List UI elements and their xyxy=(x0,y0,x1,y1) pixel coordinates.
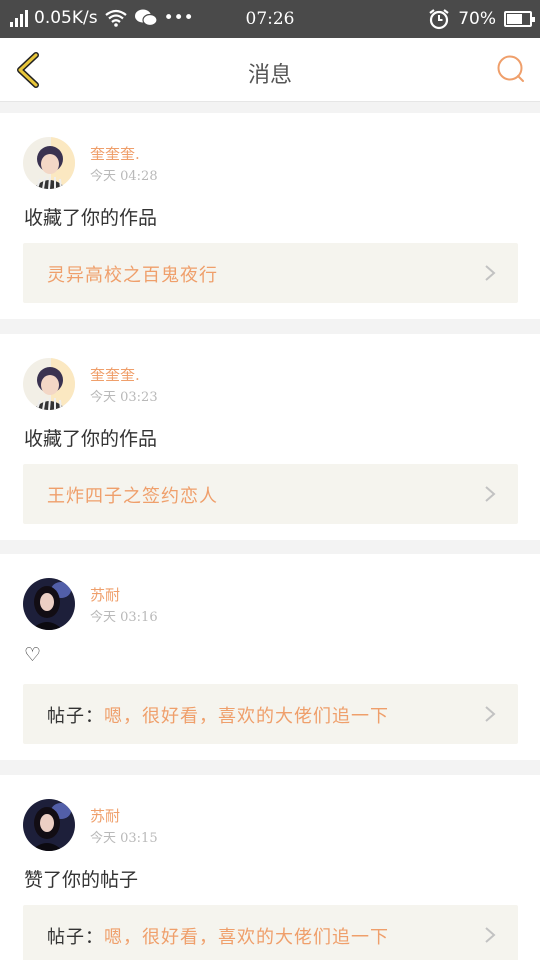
avatar[interactable] xyxy=(23,799,75,851)
message-card: 苏耐 今天 03:15 赞了你的帖子 帖子：嗯，很好看，喜欢的大佬们追一下 xyxy=(0,775,540,960)
message-time: 今天 03:15 xyxy=(90,831,158,846)
referenced-post[interactable]: 帖子：嗯，很好看，喜欢的大佬们追一下 xyxy=(23,684,518,744)
chevron-right-icon xyxy=(485,486,496,502)
status-right: 70% xyxy=(428,8,535,30)
referenced-post-label: 帖子：嗯，很好看，喜欢的大佬们追一下 xyxy=(47,927,389,948)
username[interactable]: 苏耐 xyxy=(90,584,120,605)
message-action: ♡ xyxy=(24,644,42,666)
battery-icon xyxy=(504,11,535,27)
nav-header: 消息 xyxy=(0,38,540,102)
referenced-work[interactable]: 王炸四子之签约恋人 xyxy=(23,464,518,524)
referenced-post-label: 帖子：嗯，很好看，喜欢的大佬们追一下 xyxy=(47,706,389,727)
message-time: 今天 04:28 xyxy=(90,169,158,184)
status-bar: 0.05K/s ••• 07:26 70% xyxy=(0,0,540,38)
chevron-right-icon xyxy=(485,265,496,281)
message-card: 奎奎奎. 今天 03:23 收藏了你的作品 王炸四子之签约恋人 xyxy=(0,334,540,540)
chevron-right-icon xyxy=(485,927,496,943)
message-action: 收藏了你的作品 xyxy=(24,428,158,450)
referenced-post[interactable]: 帖子：嗯，很好看，喜欢的大佬们追一下 xyxy=(23,905,518,960)
search-icon[interactable] xyxy=(496,54,526,84)
message-time: 今天 03:23 xyxy=(90,390,158,405)
chevron-right-icon xyxy=(485,706,496,722)
username[interactable]: 苏耐 xyxy=(90,805,120,826)
referenced-work-label: 灵异高校之百鬼夜行 xyxy=(47,265,218,286)
page-title: 消息 xyxy=(247,63,292,88)
avatar[interactable] xyxy=(23,358,75,410)
message-action: 收藏了你的作品 xyxy=(24,207,158,229)
alarm-icon xyxy=(429,9,449,30)
referenced-work-label: 王炸四子之签约恋人 xyxy=(47,486,218,507)
referenced-work[interactable]: 灵异高校之百鬼夜行 xyxy=(23,243,518,303)
message-action: 赞了你的帖子 xyxy=(24,869,139,891)
battery-percent: 70% xyxy=(458,9,496,29)
username[interactable]: 奎奎奎. xyxy=(90,364,140,385)
avatar[interactable] xyxy=(23,137,75,189)
username[interactable]: 奎奎奎. xyxy=(90,143,140,164)
avatar[interactable] xyxy=(23,578,75,630)
message-time: 今天 03:16 xyxy=(90,610,158,625)
message-card: 苏耐 今天 03:16 ♡ 帖子：嗯，很好看，喜欢的大佬们追一下 xyxy=(0,554,540,760)
message-card: 奎奎奎. 今天 04:28 收藏了你的作品 灵异高校之百鬼夜行 xyxy=(0,113,540,319)
